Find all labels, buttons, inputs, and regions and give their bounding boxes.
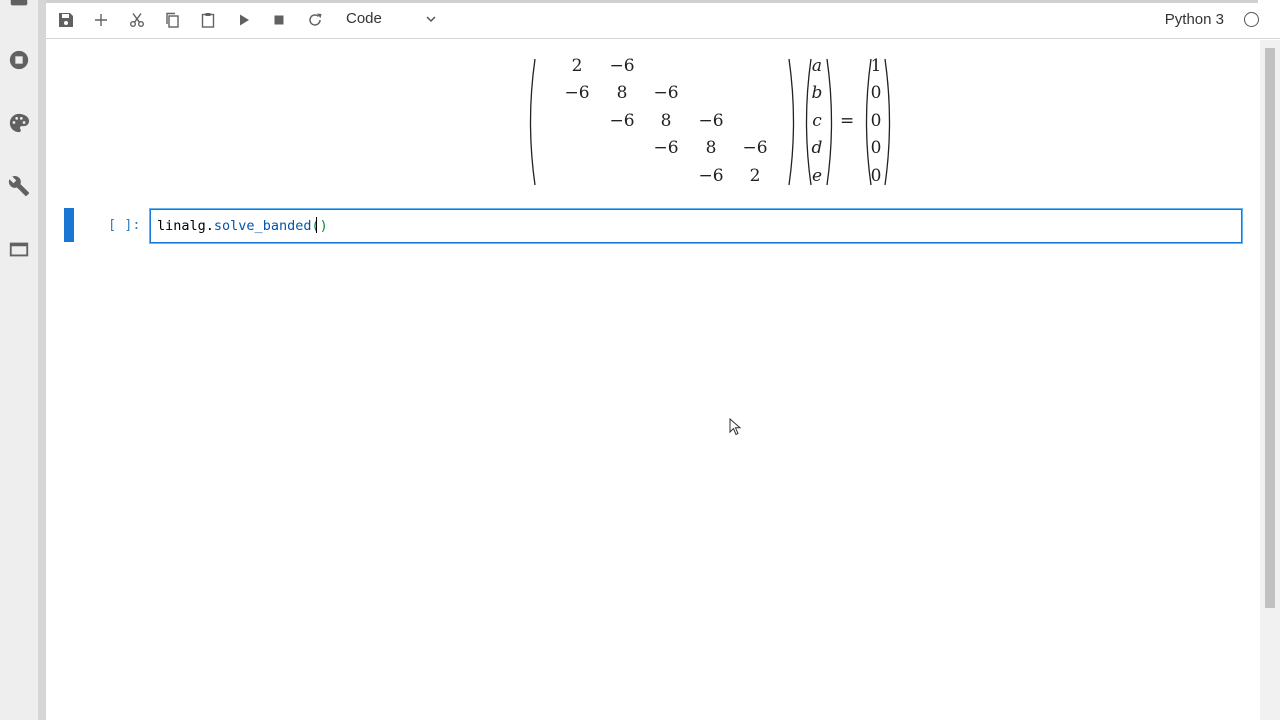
right-paren — [786, 58, 800, 186]
cell-type-dropdown[interactable]: Code — [338, 6, 442, 32]
code-attribute: solve_banded — [213, 218, 312, 234]
matrix-entry: −6 — [698, 111, 724, 131]
rhs-entry: 0 — [870, 138, 882, 158]
palette-icon[interactable] — [7, 111, 31, 135]
matrix-entry: −6 — [564, 83, 590, 103]
run-icon — [240, 14, 249, 26]
matrix-entry: −6 — [609, 111, 635, 131]
matrix-entry: −6 — [653, 138, 679, 158]
stop-icon — [274, 15, 284, 25]
input-prompt: [ ]: — [108, 217, 141, 233]
code-line: linalg.solve_banded() — [157, 210, 328, 242]
copy-button[interactable] — [161, 9, 183, 31]
wrench-icon[interactable] — [7, 174, 31, 198]
chevron-down-icon — [426, 16, 436, 23]
running-icon[interactable] — [7, 48, 31, 72]
copy-icon — [166, 12, 179, 28]
sidebar-divider — [38, 0, 46, 720]
scrollbar-thumb[interactable] — [1265, 48, 1275, 608]
unknown-entry: d — [811, 138, 823, 158]
interrupt-button[interactable] — [268, 9, 290, 31]
unknown-entry: e — [811, 166, 823, 186]
cell-type-label: Code — [346, 10, 382, 27]
active-cell-indicator — [64, 208, 74, 242]
matrix-entry: 8 — [660, 111, 672, 131]
mouse-cursor-icon — [729, 418, 742, 436]
cut-button[interactable] — [126, 9, 148, 31]
matrix-entry: −6 — [653, 83, 679, 103]
code-variable: linalg — [157, 218, 206, 234]
notebook-panel: Code Python 3 2 −6 −6 8 −6 −6 8 −6 −6 8 −6 −6 2 abcd… — [46, 0, 1280, 720]
rhs-entry: 0 — [870, 83, 882, 103]
unknown-entry: c — [812, 111, 822, 131]
code-close-paren: ) — [319, 218, 328, 234]
tab-bar-edge — [46, 0, 1258, 3]
matrix-entry: 8 — [705, 138, 717, 158]
folder-icon[interactable] — [7, 0, 31, 10]
rhs-entry: 0 — [870, 111, 882, 131]
add-cell-button[interactable] — [90, 9, 112, 31]
code-editor[interactable]: linalg.solve_banded() — [150, 209, 1242, 243]
cut-icon — [130, 13, 144, 27]
matrix-entry: −6 — [609, 56, 635, 76]
matrix-entry: 2 — [749, 166, 761, 186]
kernel-status-icon — [1244, 12, 1259, 27]
add-icon — [95, 14, 107, 26]
math-output: 2 −6 −6 8 −6 −6 8 −6 −6 8 −6 −6 2 abcde = 1 0 0 0 0 — [524, 52, 891, 192]
code-dot: . — [205, 218, 214, 234]
paste-icon — [201, 13, 215, 28]
equals-sign: = — [840, 111, 855, 131]
rhs-entry: 1 — [870, 56, 882, 76]
matrix-entry: −6 — [698, 166, 724, 186]
rhs-entry: 0 — [870, 166, 882, 186]
unknown-entry: a — [811, 56, 823, 76]
save-icon — [59, 13, 73, 27]
run-button[interactable] — [233, 9, 255, 31]
matrix-entry: 8 — [616, 83, 628, 103]
notebook-toolbar: Code Python 3 — [46, 0, 1280, 39]
paste-button[interactable] — [197, 9, 219, 31]
left-paren — [524, 58, 538, 186]
restart-icon — [309, 13, 322, 26]
text-caret — [315, 217, 317, 233]
left-activity-bar — [0, 0, 38, 720]
unknown-entry: b — [811, 83, 823, 103]
kernel-name[interactable]: Python 3 — [1165, 11, 1224, 28]
tabs-icon[interactable] — [7, 237, 31, 261]
save-button[interactable] — [55, 9, 77, 31]
matrix-entry: 2 — [571, 56, 583, 76]
restart-button[interactable] — [304, 9, 326, 31]
matrix-entry: −6 — [742, 138, 768, 158]
